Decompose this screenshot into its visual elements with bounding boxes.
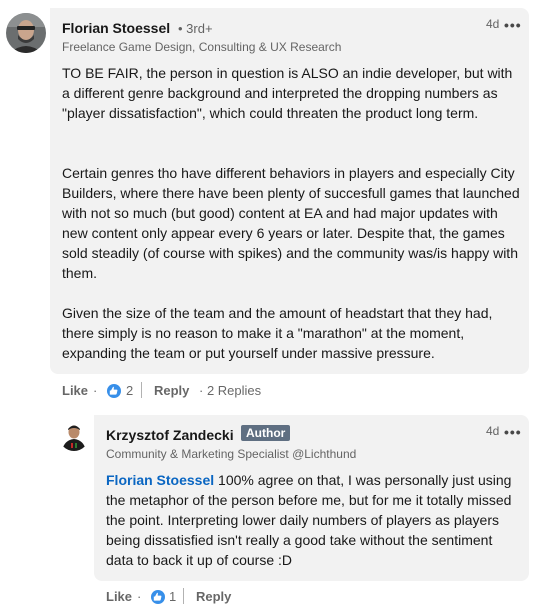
action-divider	[141, 382, 142, 398]
action-separator-dot: ·	[93, 383, 98, 398]
action-separator-dot: ·	[137, 589, 142, 604]
reply-button[interactable]: Reply	[154, 383, 189, 398]
reply-author-name[interactable]: Krzysztof Zandecki	[106, 427, 234, 443]
connection-degree: • 3rd+	[178, 21, 213, 36]
more-options-icon[interactable]: •••	[504, 18, 522, 32]
like-button[interactable]: Like	[106, 589, 132, 604]
comment-paragraph: Certain genres tho have different behavi…	[62, 165, 520, 281]
like-count[interactable]: 1	[169, 589, 176, 604]
like-reaction-icon	[151, 590, 165, 604]
reply-text: Florian Stoessel 100% agree on that, I w…	[106, 470, 522, 570]
reply-author-headline: Community & Marketing Specialist @Lichth…	[106, 447, 357, 461]
comment-author-headline: Freelance Game Design, Consulting & UX R…	[62, 40, 342, 54]
author-badge: Author	[241, 425, 291, 441]
avatar-krzysztof[interactable]	[59, 421, 89, 451]
reply-button[interactable]: Reply	[196, 589, 231, 604]
like-button[interactable]: Like	[62, 383, 88, 398]
mention-link[interactable]: Florian Stoessel	[106, 472, 214, 488]
like-reaction-icon	[107, 384, 121, 398]
more-options-icon[interactable]: •••	[504, 425, 522, 439]
like-count[interactable]: 2	[126, 383, 133, 398]
replies-count-link[interactable]: · 2 Replies	[199, 383, 261, 398]
comment-paragraph: TO BE FAIR, the person in question is AL…	[62, 65, 513, 121]
comment-timestamp: 4d	[486, 17, 500, 31]
reply-timestamp: 4d	[486, 424, 500, 438]
action-divider	[183, 588, 184, 604]
comment-paragraph: Given the size of the team and the amoun…	[62, 305, 493, 361]
comment-author-name[interactable]: Florian Stoessel	[62, 20, 170, 36]
avatar-florian[interactable]	[6, 13, 46, 53]
